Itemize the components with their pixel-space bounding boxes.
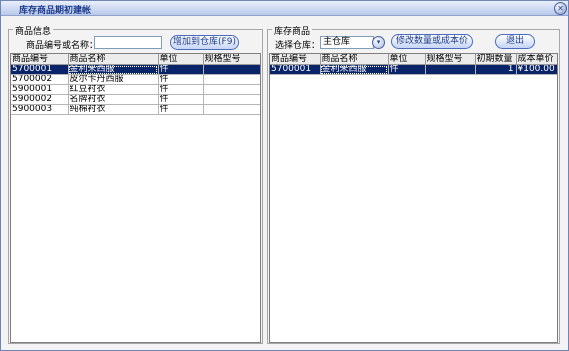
table-row[interactable]: 5900003 纯棉衬衣件 <box>11 104 260 115</box>
table-row[interactable]: 5700001 金利来西服件 1 ¥100.00 <box>270 64 557 75</box>
window-title: 库存商品期初建帐 <box>19 6 92 16</box>
table-cell-name[interactable]: 纯棉衬衣 <box>68 104 159 115</box>
col-header-code[interactable]: 商品编号 <box>11 54 69 65</box>
stock-table: 商品编号 商品名称 单位 规格型号 初期数量 成本单价 5700001 金利来西服… <box>269 53 558 343</box>
col-header-spec[interactable]: 规格型号 <box>425 54 476 65</box>
search-label: 商品编号或名称： <box>26 41 99 51</box>
warehouse-label: 选择仓库： <box>275 41 321 51</box>
table-cell-code[interactable]: 5900003 <box>11 104 69 115</box>
table-cell-code[interactable]: 5700001 <box>270 64 321 75</box>
col-header-unit[interactable]: 单位 <box>388 54 426 65</box>
table-cell-unit[interactable]: 件 <box>158 64 204 75</box>
table-row[interactable]: 5700002 皮尔卡丹西服件 <box>11 74 260 85</box>
table-cell-name[interactable]: 红豆衬衣 <box>68 84 159 95</box>
table-cell-spec[interactable] <box>203 94 260 105</box>
col-header-unit-cost[interactable]: 成本单价 <box>516 54 557 65</box>
product-table: 商品编号 商品名称 单位 规格型号 5700001 金利来西服件 5700002 皮尔… <box>10 53 261 343</box>
table-cell-unit[interactable]: 件 <box>158 94 204 105</box>
col-header-initial-qty[interactable]: 初期数量 <box>475 54 517 65</box>
col-header-name[interactable]: 商品名称 <box>320 54 389 65</box>
table-row[interactable]: 5900001 红豆衬衣件 <box>11 84 260 95</box>
col-header-code[interactable]: 商品编号 <box>270 54 321 65</box>
exit-button[interactable]: 退出 <box>495 34 535 49</box>
col-header-unit[interactable]: 单位 <box>158 54 204 65</box>
product-info-title: 商品信息 <box>13 24 54 37</box>
table-cell-spec[interactable] <box>203 84 260 95</box>
product-table-header: 商品编号 商品名称 单位 规格型号 <box>11 54 260 65</box>
col-header-spec[interactable]: 规格型号 <box>203 54 260 65</box>
table-cell-code[interactable]: 5900002 <box>11 94 69 105</box>
table-cell-name[interactable]: 金利来西服 <box>68 64 159 75</box>
title-bar: 库存商品期初建帐 ✕ <box>1 1 568 16</box>
stock-table-header: 商品编号 商品名称 单位 规格型号 初期数量 成本单价 <box>270 54 557 65</box>
table-cell-code[interactable]: 5700001 <box>11 64 69 75</box>
table-cell-qty[interactable]: 1 <box>475 64 517 75</box>
table-cell-code[interactable]: 5700002 <box>11 74 69 85</box>
dropdown-arrow-icon[interactable]: ▾ <box>372 36 385 49</box>
col-header-name[interactable]: 商品名称 <box>68 54 159 65</box>
warehouse-select[interactable]: 主仓库 <box>320 36 374 49</box>
table-cell-name[interactable]: 名牌衬衣 <box>68 94 159 105</box>
table-row[interactable]: 5700001 金利来西服件 <box>11 64 260 75</box>
search-input[interactable] <box>94 36 162 49</box>
add-to-warehouse-button[interactable]: 增加到仓库(F9) <box>170 35 239 50</box>
table-cell-price[interactable]: ¥100.00 <box>516 64 557 75</box>
table-row[interactable]: 5900002 名牌衬衣件 <box>11 94 260 105</box>
table-cell-unit[interactable]: 件 <box>158 74 204 85</box>
table-cell-unit[interactable]: 件 <box>158 104 204 115</box>
main-window: 库存商品期初建帐 ✕ 商品信息 商品编号或名称： 增加到仓库(F9) 商品编号 … <box>0 0 569 351</box>
table-cell-spec[interactable] <box>203 64 260 75</box>
table-cell-spec[interactable] <box>425 64 476 75</box>
table-cell-unit[interactable]: 件 <box>158 84 204 95</box>
table-cell-spec[interactable] <box>203 74 260 85</box>
close-icon[interactable]: ✕ <box>554 2 567 15</box>
stock-group-title: 库存商品 <box>272 24 313 37</box>
modify-qty-cost-button[interactable]: 修改数量或成本价 <box>391 34 473 49</box>
table-cell-name[interactable]: 皮尔卡丹西服 <box>68 74 159 85</box>
table-cell-name[interactable]: 金利来西服 <box>320 64 389 75</box>
table-cell-unit[interactable]: 件 <box>388 64 426 75</box>
table-cell-code[interactable]: 5900001 <box>11 84 69 95</box>
table-cell-spec[interactable] <box>203 104 260 115</box>
